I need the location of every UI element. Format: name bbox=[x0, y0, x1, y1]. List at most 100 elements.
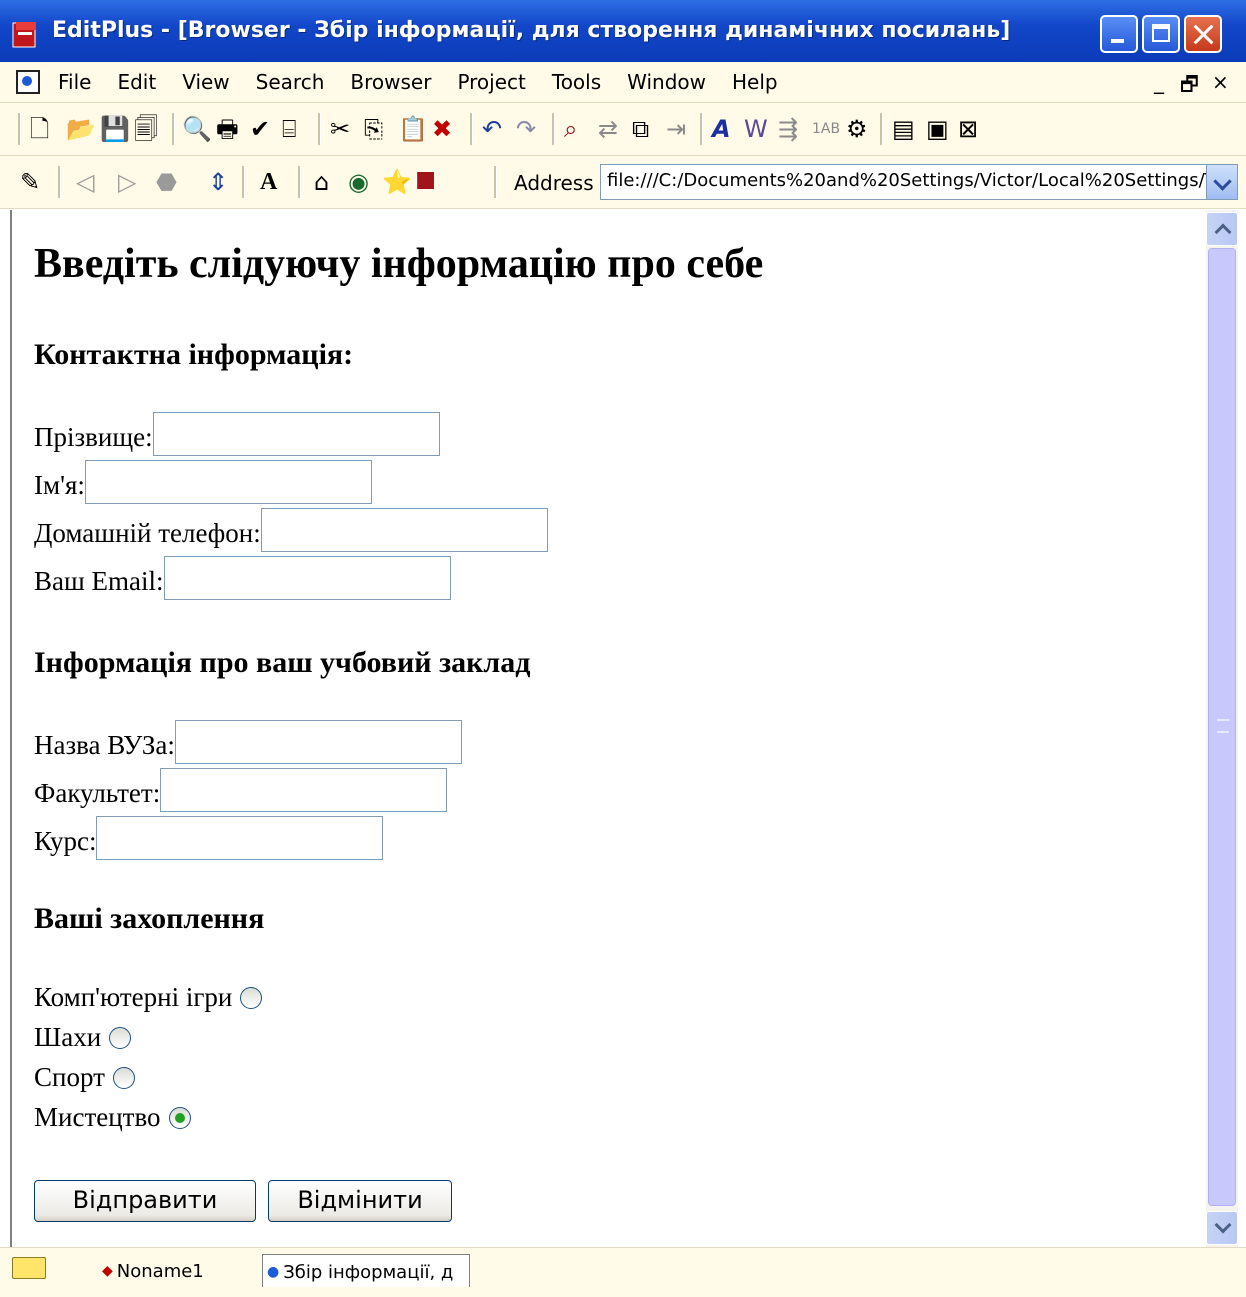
mdi-close-button[interactable]: × bbox=[1212, 70, 1229, 94]
font-icon[interactable]: A bbox=[712, 115, 731, 143]
faculty-label: Факультет: bbox=[34, 778, 161, 808]
output-window-icon[interactable]: ⊠ bbox=[958, 115, 978, 143]
toolbar-separator bbox=[494, 166, 497, 198]
address-label: Address bbox=[514, 171, 594, 195]
menu-browser[interactable]: Browser bbox=[350, 70, 431, 94]
stop-icon[interactable]: ⬣ bbox=[156, 168, 177, 196]
hobby-radio-chess[interactable] bbox=[109, 1026, 132, 1049]
hobby-option: Шахи bbox=[34, 1022, 132, 1053]
toolbar-separator bbox=[18, 113, 21, 145]
surname-input[interactable] bbox=[152, 412, 440, 456]
phone-row: Домашній телефон: bbox=[34, 508, 548, 552]
hobby-radio-games[interactable] bbox=[240, 986, 263, 1009]
browser-globe-icon: ● bbox=[267, 1264, 280, 1280]
indent-icon[interactable]: ⇶ bbox=[778, 115, 798, 143]
scroll-thumb[interactable] bbox=[1208, 248, 1236, 1206]
education-heading: Інформація про ваш учбовий заклад bbox=[34, 646, 531, 679]
course-input[interactable] bbox=[96, 816, 384, 860]
folder-icon[interactable] bbox=[12, 1257, 46, 1279]
hobby-option: Мистецтво bbox=[34, 1102, 191, 1133]
name-input[interactable] bbox=[84, 460, 372, 504]
find-in-files-icon[interactable]: ⧉ bbox=[632, 115, 649, 143]
menu-view[interactable]: View bbox=[182, 70, 229, 94]
hobby-label-art: Мистецтво bbox=[34, 1102, 161, 1132]
menu-items: File Edit View Search Browser Project To… bbox=[58, 70, 804, 94]
open-folder-icon[interactable]: 📂 bbox=[66, 115, 96, 143]
hobby-radio-sport[interactable] bbox=[112, 1066, 135, 1089]
save-icon[interactable]: 💾 bbox=[100, 115, 130, 143]
line-number-icon[interactable]: 1AB bbox=[812, 115, 840, 143]
university-row: Назва ВУЗа: bbox=[34, 720, 462, 764]
address-dropdown-icon[interactable] bbox=[1206, 164, 1238, 200]
email-input[interactable] bbox=[163, 556, 451, 600]
open-in-browser-icon[interactable]: ⯀ bbox=[416, 168, 435, 196]
find-icon[interactable]: ⌕ bbox=[564, 115, 577, 143]
faculty-input[interactable] bbox=[160, 768, 448, 812]
hobby-label-games: Комп'ютерні ігри bbox=[34, 982, 233, 1012]
edit-pencil-icon[interactable]: ✎ bbox=[20, 168, 40, 196]
preferences-icon[interactable]: ⚙ bbox=[846, 115, 868, 143]
favorites-icon[interactable]: ⭐ bbox=[382, 168, 412, 196]
new-file-icon[interactable]: 🗋 bbox=[30, 115, 49, 143]
scroll-down-icon[interactable] bbox=[1206, 1211, 1238, 1245]
vertical-scrollbar[interactable] bbox=[1206, 210, 1238, 1247]
university-input[interactable] bbox=[174, 720, 462, 764]
menu-window[interactable]: Window bbox=[627, 70, 706, 94]
save-all-icon[interactable]: 🗐 bbox=[134, 115, 158, 143]
refresh-icon[interactable]: ⇕ bbox=[208, 168, 228, 196]
menu-tools[interactable]: Tools bbox=[552, 70, 601, 94]
menu-search[interactable]: Search bbox=[256, 70, 325, 94]
delete-icon[interactable]: ✖ bbox=[432, 115, 452, 143]
window-title: EditPlus - [Browser - Збір інформації, д… bbox=[52, 18, 1011, 43]
toolbar-separator bbox=[298, 166, 301, 198]
faculty-row: Факультет: bbox=[34, 768, 448, 812]
name-label: Ім'я: bbox=[34, 470, 85, 500]
print-icon[interactable]: 🖶 bbox=[216, 115, 239, 143]
mdi-minimize-button[interactable]: _ bbox=[1154, 70, 1164, 94]
word-wrap-icon[interactable]: W bbox=[744, 115, 768, 143]
phone-label: Домашній телефон: bbox=[34, 518, 261, 548]
mdi-restore-button[interactable]: 🗗 bbox=[1180, 70, 1199, 104]
menu-project[interactable]: Project bbox=[457, 70, 525, 94]
html-preview-icon[interactable]: ⌸ bbox=[282, 115, 296, 143]
directory-window-icon[interactable]: ▤ bbox=[892, 115, 915, 143]
home-icon[interactable]: ⌂ bbox=[314, 168, 329, 196]
menu-help[interactable]: Help bbox=[732, 70, 778, 94]
font-size-icon[interactable]: A bbox=[260, 168, 277, 196]
browser-toolbar: ✎ ◁ ▷ ⬣ ⇕ A ⌂ ◉ ⭐ ⯀ Address file:///C:/D… bbox=[0, 156, 1246, 209]
document-icon[interactable] bbox=[16, 70, 40, 94]
cliptext-window-icon[interactable]: ▣ bbox=[926, 115, 949, 143]
tab-browser-page[interactable]: ● Збір інформації, д bbox=[262, 1254, 470, 1289]
minimize-button[interactable] bbox=[1100, 15, 1138, 53]
reset-button[interactable]: Відмінити bbox=[268, 1180, 452, 1222]
search-web-icon[interactable]: ◉ bbox=[348, 168, 369, 196]
scroll-up-icon[interactable] bbox=[1206, 212, 1238, 246]
editplus-app-icon[interactable] bbox=[10, 20, 40, 50]
forward-icon[interactable]: ▷ bbox=[118, 168, 136, 196]
submit-button[interactable]: Відправити bbox=[34, 1180, 256, 1222]
goto-line-icon[interactable]: ⇥ bbox=[666, 115, 686, 143]
print-preview-icon[interactable]: 🔍 bbox=[182, 115, 212, 143]
toolbar-separator bbox=[58, 166, 61, 198]
menu-file[interactable]: File bbox=[58, 70, 91, 94]
menu-edit[interactable]: Edit bbox=[117, 70, 156, 94]
spell-check-icon[interactable]: ✔ bbox=[250, 115, 270, 143]
name-row: Ім'я: bbox=[34, 460, 372, 504]
cut-icon[interactable]: ✂ bbox=[330, 115, 350, 143]
replace-icon[interactable]: ⇄ bbox=[598, 115, 618, 143]
toolbar-separator bbox=[242, 166, 245, 198]
phone-input[interactable] bbox=[260, 508, 548, 552]
back-icon[interactable]: ◁ bbox=[76, 168, 94, 196]
close-button[interactable] bbox=[1184, 15, 1222, 53]
address-input[interactable]: file:///C:/Documents%20and%20Settings/Vi… bbox=[600, 164, 1210, 200]
copy-icon[interactable]: ⎘ bbox=[364, 115, 383, 143]
tab-noname1[interactable]: ◆ Noname1 bbox=[102, 1254, 204, 1288]
maximize-button[interactable] bbox=[1142, 15, 1180, 53]
redo-icon[interactable]: ↷ bbox=[516, 115, 536, 143]
modified-diamond-icon: ◆ bbox=[102, 1263, 113, 1279]
browser-viewport: Введіть слідуючу інформацію про себе Кон… bbox=[10, 210, 1206, 1247]
undo-icon[interactable]: ↶ bbox=[482, 115, 502, 143]
tab-label: Збір інформації, д bbox=[283, 1261, 454, 1283]
paste-icon[interactable]: 📋 bbox=[398, 115, 428, 143]
hobby-radio-art[interactable] bbox=[168, 1106, 191, 1129]
